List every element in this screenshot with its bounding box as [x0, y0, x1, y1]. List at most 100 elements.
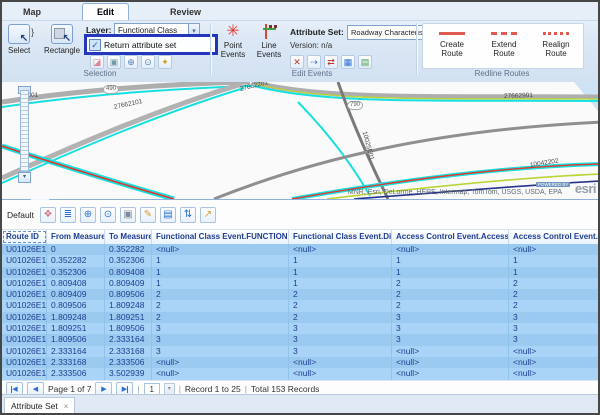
- table-cell[interactable]: 1: [509, 255, 598, 266]
- split-event-icon[interactable]: ✕: [290, 55, 304, 69]
- extend-route-button[interactable]: Extend Route: [481, 32, 527, 58]
- table-cell[interactable]: U01026E1: [2, 244, 47, 255]
- line-events-button[interactable]: Line Events: [252, 23, 286, 59]
- table-cell[interactable]: <null>: [509, 346, 598, 357]
- table-cell[interactable]: U01026E1: [2, 255, 47, 266]
- selection-mode-icon[interactable]: ❖: [40, 207, 56, 223]
- event-grid-icon[interactable]: ▦: [341, 55, 355, 69]
- table-cell[interactable]: U01026E1: [2, 357, 47, 368]
- table-cell[interactable]: 2: [392, 289, 509, 300]
- zoom-out-button[interactable]: ▾: [18, 172, 31, 183]
- table-cell[interactable]: 2: [152, 300, 289, 311]
- table-cell[interactable]: 2.333164: [105, 334, 152, 345]
- table-cell[interactable]: 1: [392, 267, 509, 278]
- table-cell[interactable]: 0.809506: [105, 289, 152, 300]
- table-cell[interactable]: <null>: [392, 368, 509, 379]
- table-cell[interactable]: <null>: [509, 357, 598, 368]
- table-cell[interactable]: 3: [152, 323, 289, 334]
- table-cell[interactable]: <null>: [509, 244, 598, 255]
- merge-event-icon[interactable]: ⇢: [307, 55, 321, 69]
- column-header[interactable]: From Measure: [47, 230, 105, 244]
- table-cell[interactable]: 3: [509, 323, 598, 334]
- table-cell[interactable]: <null>: [289, 357, 392, 368]
- export-icon[interactable]: ↗: [200, 207, 216, 223]
- table-row[interactable]: U01026E12.3335063.502939<null><null><nul…: [2, 368, 598, 379]
- table-cell[interactable]: 0.352282: [105, 244, 152, 255]
- point-events-button[interactable]: ✳ Point Events: [216, 23, 250, 59]
- table-cell[interactable]: 2.333506: [47, 368, 105, 379]
- return-attribute-set-checkbox[interactable]: ✓: [89, 39, 101, 51]
- table-cell[interactable]: 1: [289, 267, 392, 278]
- table-cell[interactable]: U01026E1: [2, 312, 47, 323]
- column-header[interactable]: Access Control Event.District: [509, 230, 598, 244]
- select-tool-button[interactable]: ↖} Select: [8, 24, 30, 55]
- table-cell[interactable]: 3: [392, 334, 509, 345]
- table-cell[interactable]: <null>: [289, 244, 392, 255]
- table-cell[interactable]: U01026E1: [2, 368, 47, 379]
- list-view-icon[interactable]: ≣: [60, 207, 76, 223]
- table-cell[interactable]: <null>: [509, 368, 598, 379]
- table-cell[interactable]: 2.333168: [105, 346, 152, 357]
- table-cell[interactable]: 0.809409: [47, 289, 105, 300]
- table-cell[interactable]: U01026E1: [2, 278, 47, 289]
- table-cell[interactable]: 1: [509, 267, 598, 278]
- table-row[interactable]: U01026E10.3523060.8094081111: [2, 267, 598, 278]
- table-row[interactable]: U01026E11.8092481.8092512233: [2, 312, 598, 323]
- table-cell[interactable]: U01026E1: [2, 346, 47, 357]
- refresh-selection-icon[interactable]: ✦: [158, 55, 172, 69]
- table-cell[interactable]: 2: [509, 300, 598, 311]
- table-cell[interactable]: 2: [289, 300, 392, 311]
- map-canvas[interactable]: 3,00149027662101276622017902766290110025…: [2, 82, 598, 199]
- table-cell[interactable]: 2.333168: [47, 357, 105, 368]
- table-cell[interactable]: 1: [289, 278, 392, 289]
- close-tab-icon[interactable]: ×: [64, 402, 69, 411]
- table-cell[interactable]: 3: [289, 323, 392, 334]
- table-cell[interactable]: 3: [392, 323, 509, 334]
- table-cell[interactable]: 0.809408: [105, 267, 152, 278]
- table-cell[interactable]: U01026E1: [2, 334, 47, 345]
- table-cell[interactable]: 2.333506: [105, 357, 152, 368]
- table-cell[interactable]: 3: [289, 346, 392, 357]
- table-cell[interactable]: 1: [152, 267, 289, 278]
- table-cell[interactable]: <null>: [152, 357, 289, 368]
- table-cell[interactable]: U01026E1: [2, 289, 47, 300]
- zoom-to-selection-icon[interactable]: ⊕: [124, 55, 138, 69]
- create-route-button[interactable]: Create Route: [429, 32, 475, 58]
- table-cell[interactable]: 2: [392, 300, 509, 311]
- table-cell[interactable]: 1: [152, 278, 289, 289]
- table-row[interactable]: U01026E100.352282<null><null><null><null…: [2, 244, 598, 255]
- table-cell[interactable]: 3: [152, 346, 289, 357]
- table-cell[interactable]: 1.809248: [105, 300, 152, 311]
- table-cell[interactable]: 2: [152, 289, 289, 300]
- table-cell[interactable]: U01026E1: [2, 300, 47, 311]
- table-cell[interactable]: 0.809506: [47, 300, 105, 311]
- table-row[interactable]: U01026E10.8094090.8095062222: [2, 289, 598, 300]
- sort-icon[interactable]: ⇅: [180, 207, 196, 223]
- pan-to-record-icon[interactable]: ⊙: [100, 207, 116, 223]
- table-cell[interactable]: 2: [509, 278, 598, 289]
- table-cell[interactable]: 3: [509, 312, 598, 323]
- edit-record-icon[interactable]: ✎: [140, 207, 156, 223]
- rectangle-tool-button[interactable]: ↖ Rectangle: [44, 24, 80, 55]
- column-header[interactable]: Access Control Event.AccessControl: [392, 230, 509, 244]
- table-row[interactable]: U01026E10.3522820.3523061111: [2, 255, 598, 266]
- table-cell[interactable]: U01026E1: [2, 323, 47, 334]
- table-cell[interactable]: 2: [289, 312, 392, 323]
- table-cell[interactable]: <null>: [152, 368, 289, 379]
- table-cell[interactable]: 0.352282: [47, 255, 105, 266]
- table-cell[interactable]: 1.809251: [105, 312, 152, 323]
- clear-selection-icon[interactable]: ◪: [90, 55, 104, 69]
- table-cell[interactable]: 1: [289, 255, 392, 266]
- table-cell[interactable]: 1: [392, 255, 509, 266]
- table-cell[interactable]: <null>: [392, 244, 509, 255]
- table-row[interactable]: U01026E10.8095061.8092482222: [2, 300, 598, 311]
- attribute-set-tab[interactable]: Attribute Set ×: [4, 397, 75, 414]
- table-row[interactable]: U01026E10.8094080.8094091122: [2, 278, 598, 289]
- table-cell[interactable]: 2.333164: [47, 346, 105, 357]
- table-cell[interactable]: 2: [289, 289, 392, 300]
- return-attribute-set-option[interactable]: ✓ Return attribute set: [84, 34, 218, 55]
- table-cell[interactable]: 3.502939: [105, 368, 152, 379]
- table-cell[interactable]: 2: [509, 289, 598, 300]
- table-cell[interactable]: 3: [152, 334, 289, 345]
- selection-options-icon[interactable]: ▣: [107, 55, 121, 69]
